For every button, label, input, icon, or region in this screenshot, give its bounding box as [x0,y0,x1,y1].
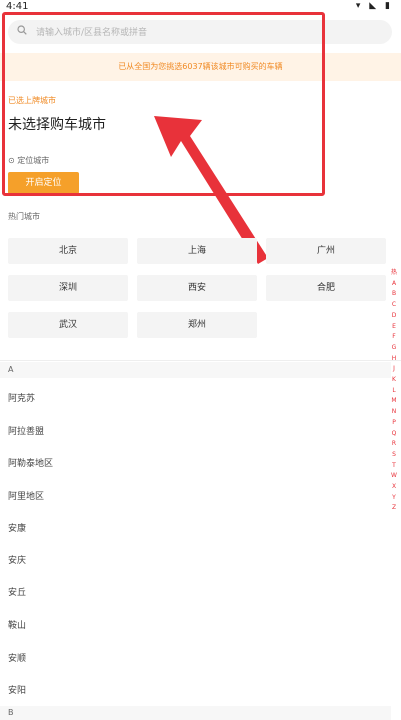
enable-location-button[interactable]: 开启定位 [8,172,79,194]
search-bar[interactable] [8,20,392,46]
locate-city-text: 定位城市 [17,156,50,165]
alphabet-index-item[interactable]: Y [392,493,396,504]
alphabet-index-item[interactable]: X [392,482,396,493]
notice-banner: 已从全国为您挑选6037辆该城市可购买的车辆 [0,53,401,81]
selected-city-value: 未选择购车城市 [8,117,106,133]
alphabet-index-item[interactable]: W [391,471,397,482]
hot-city-button[interactable]: 深圳 [8,275,128,301]
alphabet-index-item[interactable]: Q [392,429,397,440]
alphabet-index-item[interactable]: Z [392,503,396,514]
city-list-item[interactable]: 安丘 [8,585,26,598]
city-list-item[interactable]: 阿里地区 [8,489,44,502]
city-list-item[interactable]: 安庆 [8,553,26,566]
alphabet-index-item[interactable]: T [392,461,396,472]
status-bar: 4:41 ▾ ◣ ▮ [0,0,401,14]
selected-city-label: 已选上牌城市 [8,96,56,105]
search-input[interactable] [34,20,378,46]
status-icons: ▾ ◣ ▮ [355,1,393,11]
status-time: 4:41 [6,1,29,12]
alphabet-index-item[interactable]: G [392,343,397,354]
hot-cities-title: 热门城市 [8,212,40,221]
alphabet-index-item[interactable]: 热 [391,268,397,279]
alphabet-index-item[interactable]: S [392,450,396,461]
hot-city-button[interactable]: 西安 [137,275,257,301]
alphabet-index-item[interactable]: P [392,418,396,429]
search-icon [17,25,27,35]
section-header-b: B [0,706,391,720]
alphabet-index-item[interactable]: D [392,311,397,322]
alphabet-index-item[interactable]: M [391,396,396,407]
alphabet-index-item[interactable]: F [392,332,395,343]
city-list-item[interactable]: 阿勒泰地区 [8,456,53,469]
city-list-item[interactable]: 阿克苏 [8,391,35,404]
city-list-item[interactable]: 安阳 [8,683,26,696]
hot-city-button[interactable]: 合肥 [266,275,386,301]
alphabet-index-item[interactable]: J [393,364,395,375]
section-header-a: A [0,362,391,378]
alphabet-index[interactable]: 热 A B C D E F G H J K L M N P Q R S T W … [389,268,399,514]
alphabet-index-item[interactable]: B [392,289,396,300]
hot-city-button[interactable]: 北京 [8,238,128,264]
city-list-item[interactable]: 安康 [8,521,26,534]
alphabet-index-item[interactable]: R [392,439,396,450]
alphabet-index-item[interactable]: A [392,279,396,290]
alphabet-index-item[interactable]: N [392,407,397,418]
alphabet-index-item[interactable]: E [392,322,396,333]
alphabet-index-item[interactable]: L [392,386,395,397]
hot-city-button[interactable]: 郑州 [137,312,257,338]
hot-city-button[interactable]: 武汉 [8,312,128,338]
alphabet-index-item[interactable]: K [392,375,396,386]
city-list-item[interactable]: 鞍山 [8,618,26,631]
city-list-item[interactable]: 安顺 [8,651,26,664]
city-list-item[interactable]: 阿拉善盟 [8,424,44,437]
location-pin-icon: ⊙ [8,156,15,165]
hot-city-button[interactable]: 广州 [266,238,386,264]
alphabet-index-item[interactable]: H [392,354,397,365]
locate-city-label: ⊙ 定位城市 [8,155,49,166]
hot-city-button[interactable]: 上海 [137,238,257,264]
alphabet-index-item[interactable]: C [392,300,396,311]
divider [0,360,401,361]
